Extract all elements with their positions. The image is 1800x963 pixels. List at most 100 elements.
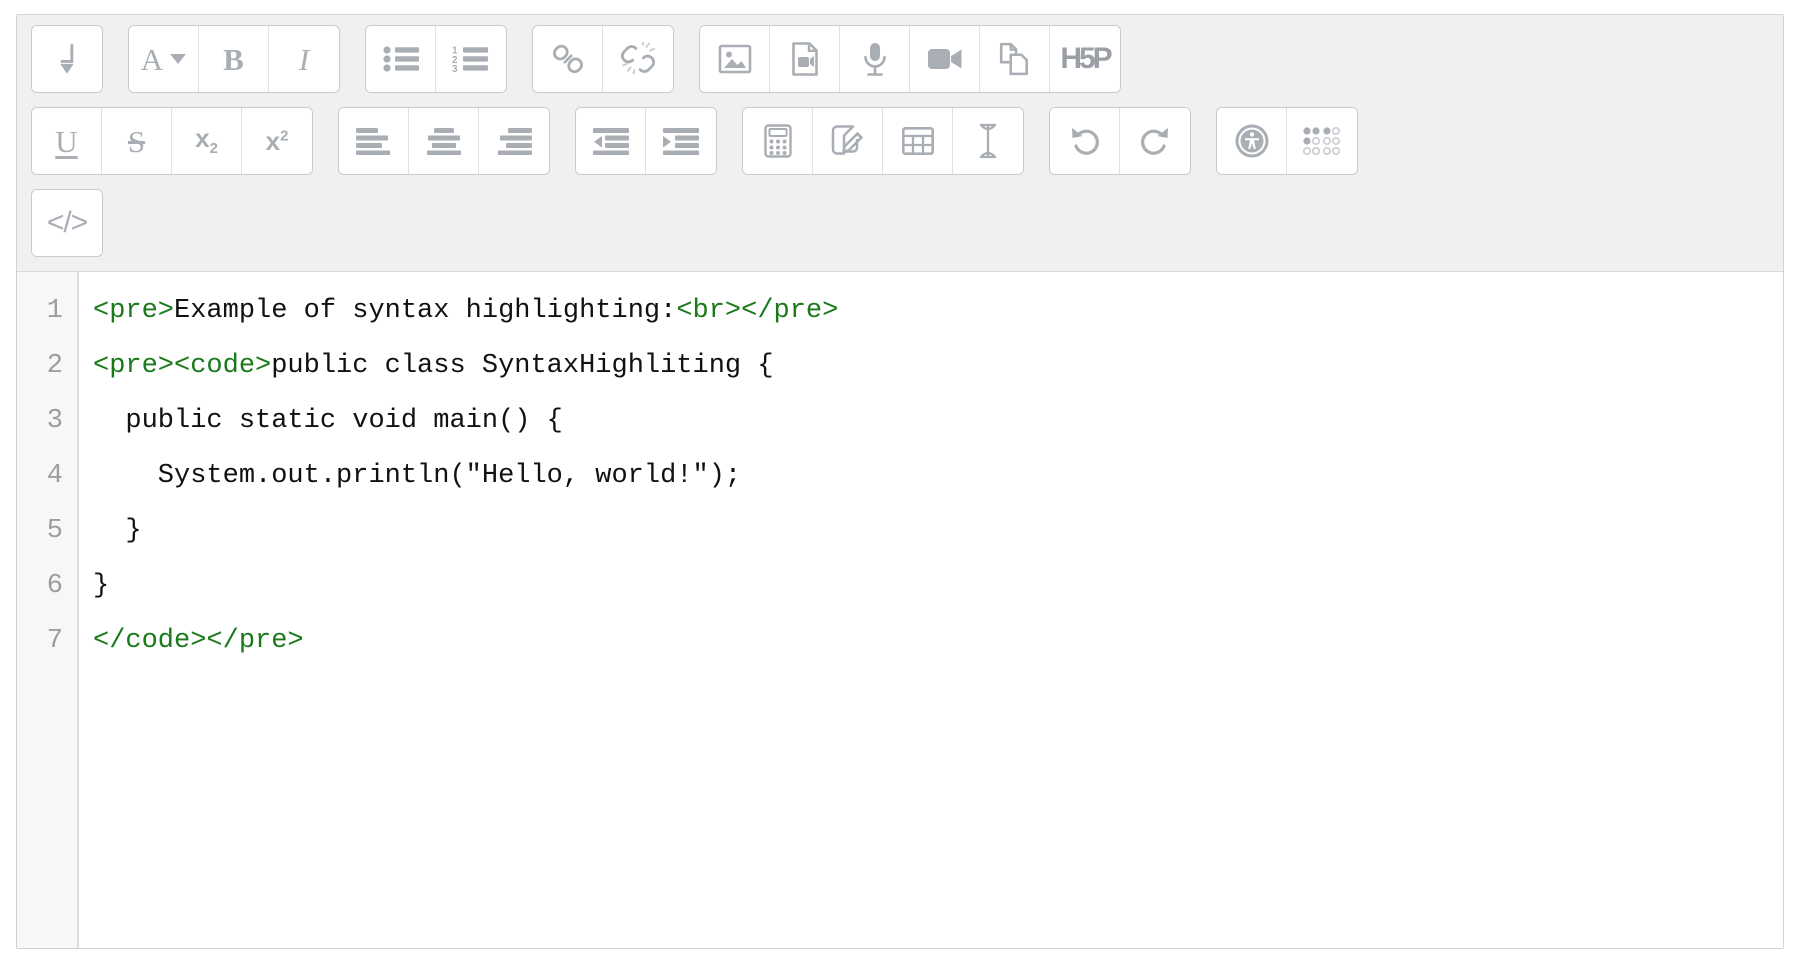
table-icon xyxy=(901,127,934,155)
strikethrough-icon: S xyxy=(127,123,146,159)
h5p-icon: H5P xyxy=(1060,42,1112,75)
toolbar-group-decoration: U S x2 x2 xyxy=(31,107,313,175)
code-token-tag: <pre> xyxy=(93,296,175,326)
insert-media-button[interactable] xyxy=(770,26,840,92)
outdent-button[interactable] xyxy=(576,108,646,174)
draw-button[interactable] xyxy=(813,108,883,174)
font-style-button[interactable]: A xyxy=(129,26,199,92)
unlink-button[interactable] xyxy=(603,26,673,92)
equation-button[interactable] xyxy=(743,108,813,174)
line-number: 4 xyxy=(46,461,63,491)
bold-icon: B xyxy=(223,41,244,77)
svg-text:3: 3 xyxy=(452,64,458,73)
line-number: 6 xyxy=(46,571,63,601)
pencil-box-icon xyxy=(831,125,865,157)
insert-image-button[interactable] xyxy=(700,26,770,92)
toolbar-group-indent xyxy=(575,107,717,175)
undo-icon xyxy=(1068,126,1102,156)
microphone-icon xyxy=(862,41,888,77)
accessibility-checker-button[interactable] xyxy=(1217,108,1287,174)
h5p-button[interactable]: H5P xyxy=(1050,26,1120,92)
code-token-text: public static void main() { xyxy=(93,406,563,436)
insert-link-button[interactable] xyxy=(533,26,603,92)
underline-button[interactable]: U xyxy=(32,108,102,174)
media-file-icon xyxy=(790,42,820,76)
toolbar-group-history xyxy=(1049,107,1191,175)
line-break-button[interactable] xyxy=(32,26,102,92)
code-brackets-icon: </> xyxy=(46,206,88,239)
rich-text-editor: A B I 1 2 3 H5P U S x2 x2 </> 1 2 3 4 5 … xyxy=(16,14,1784,949)
code-line: public static void main() { xyxy=(93,394,1783,449)
line-number: 1 xyxy=(46,296,63,326)
code-line: System.out.println("Hello, world!"); xyxy=(93,449,1783,504)
toolbar-row-3: </> xyxy=(31,189,1769,257)
editor-page: A B I 1 2 3 H5P U S x2 x2 </> 1 2 3 4 5 … xyxy=(0,0,1800,963)
strikethrough-button[interactable]: S xyxy=(102,108,172,174)
numbered-list-button[interactable]: 123 xyxy=(436,26,506,92)
image-icon xyxy=(718,44,752,74)
code-line: <pre><code>public class SyntaxHighliting… xyxy=(93,339,1783,394)
numbered-list-icon: 123 xyxy=(452,45,490,73)
undo-button[interactable] xyxy=(1050,108,1120,174)
code-line: </code></pre> xyxy=(93,614,1783,669)
code-token-tag: <br></pre> xyxy=(676,296,839,326)
line-number: 7 xyxy=(46,626,63,656)
bold-button[interactable]: B xyxy=(199,26,269,92)
source-code-editor[interactable]: 1 2 3 4 5 6 7 <pre>Example of syntax highlight… xyxy=(17,272,1783,948)
subscript-button[interactable]: x2 xyxy=(172,108,242,174)
indent-icon xyxy=(663,127,699,155)
record-video-button[interactable] xyxy=(910,26,980,92)
accessibility-icon xyxy=(1235,124,1269,158)
chevron-down-icon xyxy=(170,54,187,64)
video-camera-icon xyxy=(927,46,963,72)
line-number-gutter: 1 2 3 4 5 6 7 xyxy=(17,272,79,948)
line-number: 2 xyxy=(46,351,63,381)
redo-button[interactable] xyxy=(1120,108,1190,174)
align-right-button[interactable] xyxy=(479,108,549,174)
manage-files-button[interactable] xyxy=(980,26,1050,92)
braille-dots-icon xyxy=(1303,127,1341,155)
align-left-button[interactable] xyxy=(339,108,409,174)
indent-button[interactable] xyxy=(646,108,716,174)
italic-button[interactable]: I xyxy=(269,26,339,92)
source-code-button[interactable]: </> xyxy=(32,190,102,256)
code-line: } xyxy=(93,559,1783,614)
toolbar-group-lists: 123 xyxy=(365,25,507,93)
toolbar-group-accessibility xyxy=(1216,107,1358,175)
code-token-text: } xyxy=(93,571,110,601)
toolbar-group-textstyle: A B I xyxy=(128,25,340,93)
redo-icon xyxy=(1138,126,1172,156)
screenreader-helper-button[interactable] xyxy=(1287,108,1357,174)
code-line: <pre>Example of syntax highlighting:<br>… xyxy=(93,284,1783,339)
underline-icon: U xyxy=(55,123,78,159)
align-center-button[interactable] xyxy=(409,108,479,174)
bulleted-list-icon xyxy=(382,45,419,73)
line-number: 5 xyxy=(46,516,63,546)
link-icon xyxy=(551,42,585,76)
superscript-button[interactable]: x2 xyxy=(242,108,312,174)
code-content[interactable]: <pre>Example of syntax highlighting:<br>… xyxy=(79,272,1783,948)
toolbar-group-align xyxy=(338,107,550,175)
calculator-icon xyxy=(763,124,793,158)
line-break-icon xyxy=(52,42,82,76)
toolbar-group-links xyxy=(532,25,674,93)
superscript-icon: x2 xyxy=(265,126,289,156)
toolbar-group-source: </> xyxy=(31,189,103,257)
copy-files-icon xyxy=(999,42,1031,76)
code-line: } xyxy=(93,504,1783,559)
font-style-icon: A xyxy=(140,41,164,77)
line-number: 3 xyxy=(46,406,63,436)
editor-toolbar: A B I 1 2 3 H5P U S x2 x2 </> xyxy=(17,15,1783,272)
toolbar-group-insert xyxy=(742,107,1024,175)
code-token-text: System.out.println("Hello, world!"); xyxy=(93,461,742,491)
unlink-icon xyxy=(621,42,655,76)
toolbar-group-media: H5P xyxy=(699,25,1121,93)
clear-formatting-button[interactable] xyxy=(953,108,1023,174)
toolbar-group-linebreak xyxy=(31,25,103,93)
record-audio-button[interactable] xyxy=(840,26,910,92)
align-right-icon xyxy=(496,127,532,155)
code-token-tag: </code></pre> xyxy=(93,626,304,656)
code-token-text: Example of syntax highlighting: xyxy=(174,296,677,326)
insert-table-button[interactable] xyxy=(883,108,953,174)
bulleted-list-button[interactable] xyxy=(366,26,436,92)
